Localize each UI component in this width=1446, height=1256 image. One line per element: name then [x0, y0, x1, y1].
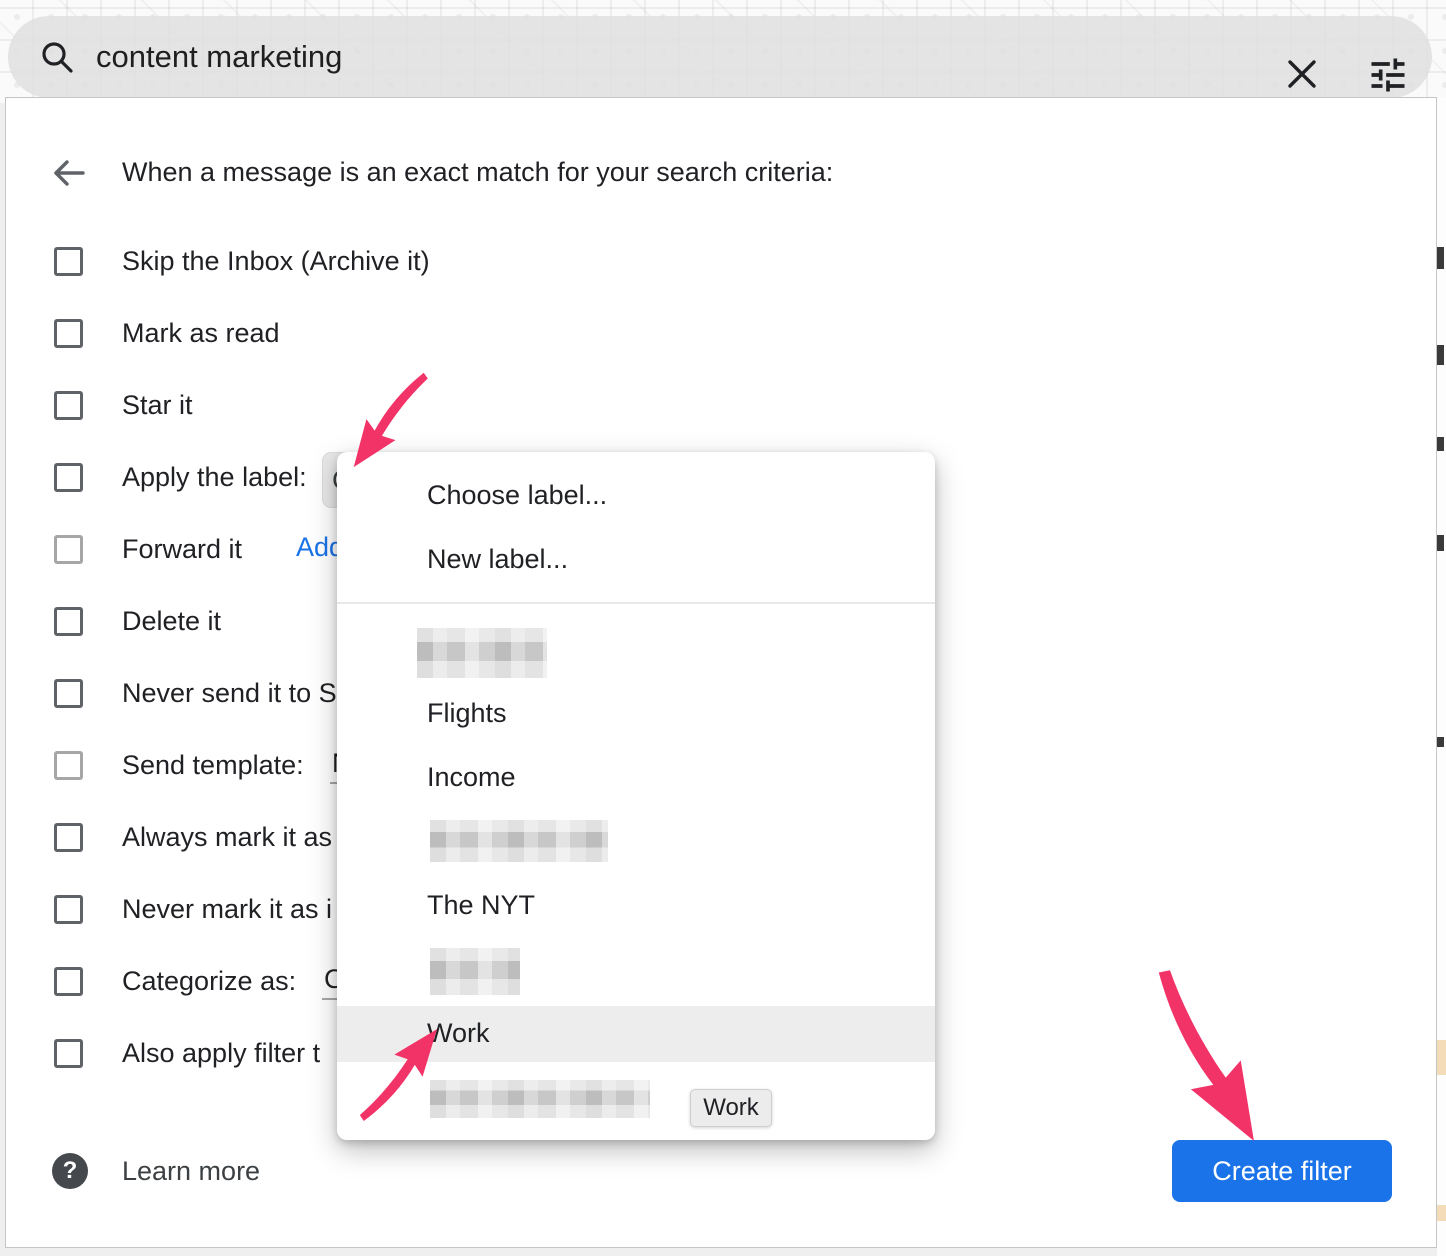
menu-item-redacted-label[interactable] [430, 1080, 650, 1118]
row-label: Never send it to S [122, 678, 337, 709]
search-bar[interactable]: content marketing [8, 16, 1432, 98]
menu-item-work[interactable]: Work [427, 1017, 490, 1049]
checkbox-never-important[interactable] [54, 895, 83, 924]
checkbox-star-it[interactable] [54, 391, 83, 420]
menu-item-choose-label[interactable]: Choose label... [427, 479, 607, 511]
background-content-sliver [1437, 97, 1446, 1256]
row-label: Delete it [122, 606, 221, 637]
checkbox-never-spam[interactable] [54, 679, 83, 708]
row-label: Always mark it as [122, 822, 332, 853]
row-label: Send template: [122, 750, 304, 781]
row-star-it: Star it [54, 369, 193, 441]
row-label: Also apply filter t [122, 1038, 320, 1069]
row-apply-label: Apply the label: [54, 441, 307, 513]
row-mark-read: Mark as read [54, 297, 280, 369]
checkbox-delete-it[interactable] [54, 607, 83, 636]
row-delete-it: Delete it [54, 585, 221, 657]
row-categorize-as: Categorize as: [54, 945, 296, 1017]
menu-item-flights[interactable]: Flights [427, 697, 507, 729]
checkbox-apply-label[interactable] [54, 463, 83, 492]
learn-more-link[interactable]: Learn more [122, 1156, 260, 1187]
row-label: Apply the label: [122, 462, 307, 493]
checkbox-always-important[interactable] [54, 823, 83, 852]
clear-search-icon[interactable] [1284, 56, 1320, 97]
menu-item-income[interactable]: Income [427, 761, 516, 793]
search-options-tune-icon[interactable] [1366, 53, 1410, 102]
help-question-icon[interactable]: ? [52, 1153, 88, 1189]
checkbox-send-template[interactable] [54, 751, 83, 780]
create-filter-button[interactable]: Create filter [1172, 1140, 1392, 1202]
menu-divider [337, 602, 935, 604]
row-never-spam: Never send it to S [54, 657, 337, 729]
checkbox-categorize-as[interactable] [54, 967, 83, 996]
checkbox-also-apply[interactable] [54, 1039, 83, 1068]
menu-item-redacted-label[interactable] [430, 820, 608, 862]
row-label: Forward it [122, 534, 242, 565]
row-forward-it: Forward it [54, 513, 242, 585]
checkbox-skip-inbox[interactable] [54, 247, 83, 276]
label-dropdown-menu: Choose label... New label... Flights Inc… [337, 452, 935, 1140]
menu-item-the-nyt[interactable]: The NYT [427, 889, 535, 921]
row-label: Never mark it as i [122, 894, 332, 925]
row-label: Mark as read [122, 318, 280, 349]
row-send-template: Send template: [54, 729, 304, 801]
menu-item-redacted-label[interactable] [430, 948, 520, 995]
row-never-important: Never mark it as i [54, 873, 332, 945]
search-icon[interactable] [40, 40, 74, 79]
row-always-important: Always mark it as [54, 801, 332, 873]
row-also-apply: Also apply filter t [54, 1017, 320, 1089]
menu-item-new-label[interactable]: New label... [427, 543, 568, 575]
checkbox-forward-it[interactable] [54, 535, 83, 564]
row-label: Skip the Inbox (Archive it) [122, 246, 430, 277]
page-title: When a message is an exact match for you… [122, 157, 833, 188]
search-input[interactable]: content marketing [96, 16, 342, 98]
row-skip-inbox: Skip the Inbox (Archive it) [54, 225, 430, 297]
row-label: Categorize as: [122, 966, 296, 997]
checkbox-mark-read[interactable] [54, 319, 83, 348]
row-label: Star it [122, 390, 193, 421]
back-arrow-icon[interactable] [50, 154, 88, 197]
menu-item-redacted-label[interactable] [417, 628, 547, 678]
work-tooltip: Work [690, 1089, 772, 1127]
